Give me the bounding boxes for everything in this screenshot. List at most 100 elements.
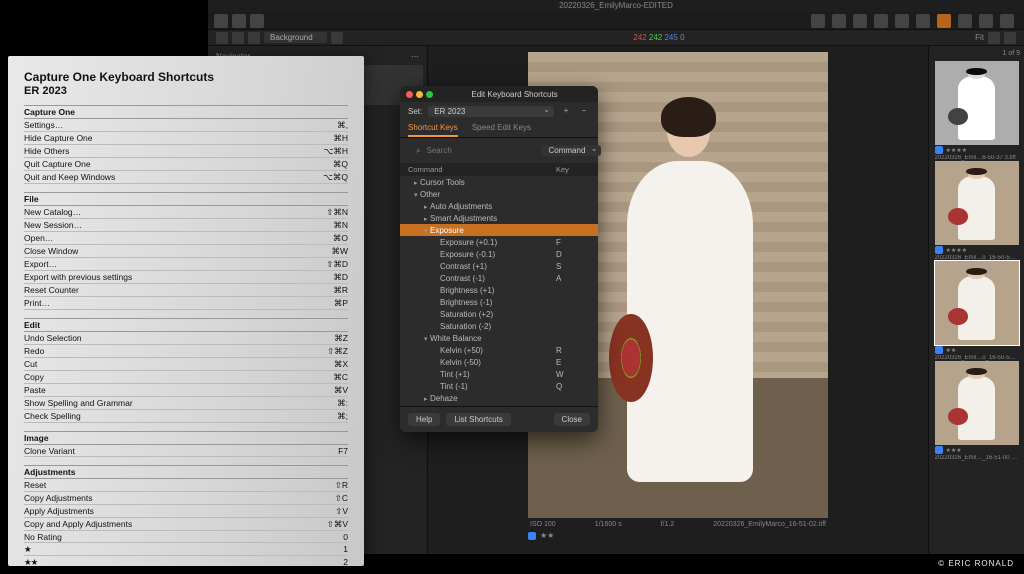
list-shortcuts-button[interactable]: List Shortcuts	[446, 413, 510, 426]
minimize-icon[interactable]	[416, 91, 423, 98]
set-label: Set:	[408, 107, 422, 116]
sheet-row: Paste⌘V	[24, 384, 348, 397]
remove-set-icon[interactable]: −	[578, 105, 590, 117]
shortcut-row[interactable]: Brightness (+1)	[400, 284, 598, 296]
rotate-icon[interactable]	[874, 14, 888, 28]
close-icon[interactable]	[406, 91, 413, 98]
thumb-color-tag[interactable]	[935, 246, 943, 254]
exif-shutter: 1/1600 s	[595, 521, 622, 528]
add-set-icon[interactable]: +	[560, 105, 572, 117]
thumb-filename: 20220326_Emil…_16-51-00 2.tiff	[935, 455, 1019, 461]
sheet-row: Settings…⌘,	[24, 119, 348, 132]
import-icon[interactable]	[214, 14, 228, 28]
thumb-rating: ★★	[946, 347, 957, 354]
main-toolbar	[208, 12, 1024, 30]
sheet-row: Export…⇧⌘D	[24, 258, 348, 271]
shortcut-row[interactable]: Saturation (+2)	[400, 308, 598, 320]
shortcut-row[interactable]: Contrast (-1)A	[400, 272, 598, 284]
shortcut-row[interactable]: Cursor Tools	[400, 176, 598, 188]
sheet-row: Apply Adjustments⇧V	[24, 505, 348, 518]
add-view-icon[interactable]	[331, 32, 343, 44]
window-title: 20220326_EmilyMarco-EDITED	[208, 0, 1024, 12]
sheet-row: Copy and Apply Adjustments⇧⌘V	[24, 518, 348, 531]
search-scope-dropdown[interactable]: Command	[542, 145, 601, 156]
thumbnail[interactable]: ★★★ 20220326_Emil…_16-51-00 2.tiff	[935, 361, 1019, 461]
wb-picker-icon[interactable]	[958, 14, 972, 28]
tab-speed-edit-keys[interactable]: Speed Edit Keys	[472, 120, 531, 137]
heal-icon[interactable]	[916, 14, 930, 28]
keyboard-shortcuts-dialog: Edit Keyboard Shortcuts Set: ER 2023 + −…	[400, 86, 598, 432]
sheet-title: Capture One Keyboard Shortcuts	[24, 70, 348, 84]
hand-icon[interactable]	[832, 14, 846, 28]
shortcut-row[interactable]: Other	[400, 188, 598, 200]
sheet-row: Cut⌘X	[24, 358, 348, 371]
shortcut-list[interactable]: Cursor ToolsOtherAuto AdjustmentsSmart A…	[400, 176, 598, 406]
search-input[interactable]	[426, 146, 536, 155]
shortcut-row[interactable]: White Balance	[400, 332, 598, 344]
thumbnail[interactable]: ★★ 20220326_Emil…o_16-50-57.tiff	[935, 261, 1019, 361]
view-mode-compare-icon[interactable]	[248, 32, 260, 44]
color-tag[interactable]	[528, 532, 536, 540]
browser-count: 1 of 9	[933, 50, 1020, 57]
sheet-row: Close Window⌘W	[24, 245, 348, 258]
zoom-icon[interactable]	[426, 91, 433, 98]
shortcut-row[interactable]: Kelvin (+50)R	[400, 344, 598, 356]
proof-profile-dropdown[interactable]: Background	[264, 32, 327, 43]
sheet-row: New Catalog…⇧⌘N	[24, 206, 348, 219]
zoom-fit-icon[interactable]	[988, 32, 1000, 44]
cursor-icon[interactable]	[811, 14, 825, 28]
shortcut-row[interactable]: Exposure (-0.1)D	[400, 248, 598, 260]
shortcut-row[interactable]: Saturation (-2)	[400, 320, 598, 332]
sheet-row: ★★2	[24, 556, 348, 566]
sheet-section-header: Capture One	[24, 105, 348, 119]
annotate-icon[interactable]	[979, 14, 993, 28]
sheet-row: Reset Counter⌘R	[24, 284, 348, 297]
close-button[interactable]: Close	[554, 413, 590, 426]
browser-strip: 1 of 9 ★★★★ 20220326_Emil…6-50-37 3.tiff…	[928, 46, 1024, 554]
sheet-row: Check Spelling⌘;	[24, 410, 348, 423]
star-rating[interactable]: ★★	[540, 531, 554, 540]
thumb-rating: ★★★★	[946, 247, 968, 254]
shortcut-row[interactable]: Exposure (+0.1)F	[400, 236, 598, 248]
style-brush-icon[interactable]	[937, 14, 951, 28]
sheet-section-header: Adjustments	[24, 465, 348, 479]
view-mode-single-icon[interactable]	[232, 32, 244, 44]
shortcut-row[interactable]: Smart Adjustments	[400, 212, 598, 224]
mask-icon[interactable]	[895, 14, 909, 28]
shortcut-row[interactable]: Exposure	[400, 224, 598, 236]
zoom-100-icon[interactable]	[1004, 32, 1016, 44]
set-dropdown[interactable]: ER 2023	[428, 106, 554, 117]
tether-icon[interactable]	[250, 14, 264, 28]
shortcut-row[interactable]: Dehaze	[400, 392, 598, 404]
view-mode-grid-icon[interactable]	[216, 32, 228, 44]
export-icon[interactable]	[232, 14, 246, 28]
sheet-row: Hide Others⌥⌘H	[24, 145, 348, 158]
sheet-row: ★1	[24, 543, 348, 556]
thumbnail[interactable]: ★★★★ 20220326_Emil…6-50-37 3.tiff	[935, 61, 1019, 161]
sheet-row: Copy Adjustments⇧C	[24, 492, 348, 505]
thumb-color-tag[interactable]	[935, 146, 943, 154]
tab-shortcut-keys[interactable]: Shortcut Keys	[408, 120, 458, 137]
thumb-rating: ★★★★	[946, 147, 968, 154]
thumb-color-tag[interactable]	[935, 446, 943, 454]
thumbnail[interactable]: ★★★★ 20220326_Emil…o_16-50-55.tiff	[935, 161, 1019, 261]
sheet-subtitle: ER 2023	[24, 85, 348, 97]
shortcut-row[interactable]: Brightness (-1)	[400, 296, 598, 308]
thumb-color-tag[interactable]	[935, 346, 943, 354]
sheet-row: Print…⌘P	[24, 297, 348, 310]
keystone-icon[interactable]	[1000, 14, 1014, 28]
help-button[interactable]: Help	[408, 413, 440, 426]
sheet-row: Redo⇧⌘Z	[24, 345, 348, 358]
sheet-row: Export with previous settings⌘D	[24, 271, 348, 284]
shortcut-row[interactable]: High Dynamic Range	[400, 404, 598, 406]
shortcut-row[interactable]: Auto Adjustments	[400, 200, 598, 212]
crop-icon[interactable]	[853, 14, 867, 28]
navigator-menu-icon[interactable]: ⋯	[411, 52, 419, 61]
shortcut-row[interactable]: Tint (-1)Q	[400, 380, 598, 392]
thumb-rating: ★★★	[946, 447, 962, 454]
search-icon: ⌕	[416, 146, 420, 156]
shortcut-row[interactable]: Contrast (+1)S	[400, 260, 598, 272]
exif-aperture: f/1.2	[661, 521, 675, 528]
shortcut-row[interactable]: Kelvin (-50)E	[400, 356, 598, 368]
shortcut-row[interactable]: Tint (+1)W	[400, 368, 598, 380]
